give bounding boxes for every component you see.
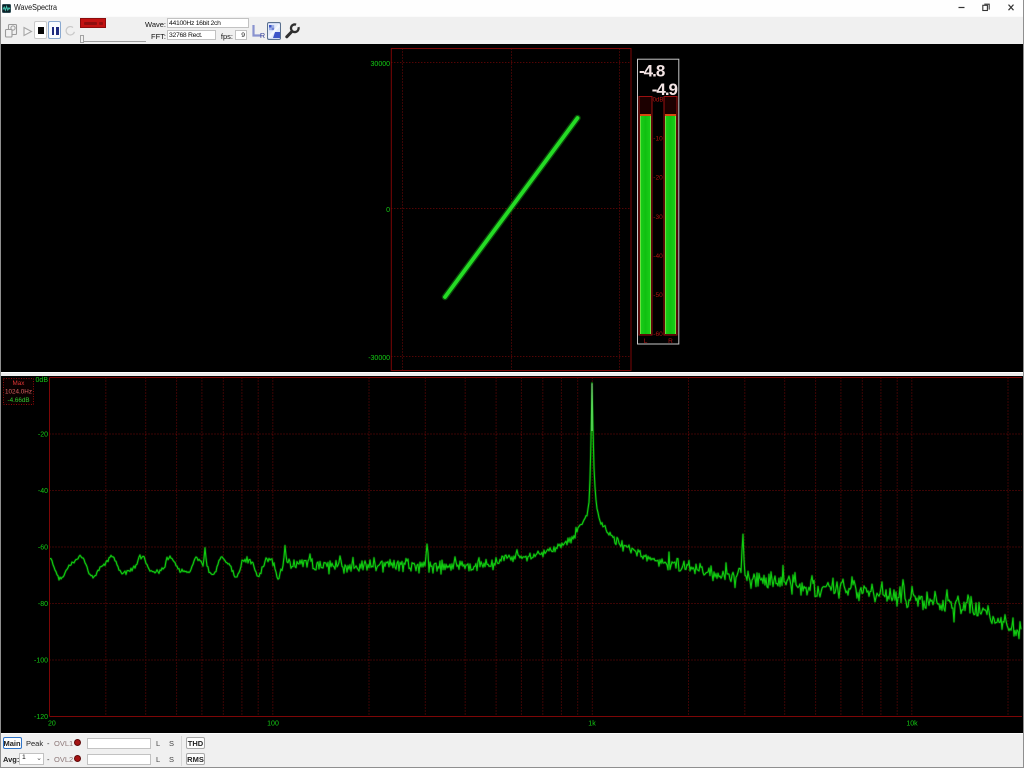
svg-text:-50: -50 — [653, 292, 663, 299]
svg-text:R: R — [260, 33, 265, 39]
svg-text:-20: -20 — [38, 432, 48, 439]
svg-text:100: 100 — [267, 721, 279, 728]
svg-text:-120: -120 — [34, 714, 48, 721]
svg-text:30000: 30000 — [371, 61, 391, 68]
svg-text:1k: 1k — [588, 721, 596, 728]
svg-text:0dB: 0dB — [653, 98, 664, 104]
svg-text:-40: -40 — [653, 253, 663, 260]
svg-text:-100: -100 — [34, 658, 48, 665]
svg-text:-10: -10 — [653, 136, 663, 143]
svg-text:-30: -30 — [653, 214, 663, 221]
svg-text:-60: -60 — [653, 331, 663, 338]
svg-text:L: L — [644, 338, 648, 345]
svg-text:-30000: -30000 — [368, 355, 390, 362]
svg-text:-40: -40 — [38, 488, 48, 495]
svg-text:-60: -60 — [38, 545, 48, 552]
svg-text:1024.0Hz: 1024.0Hz — [5, 389, 32, 396]
svg-text:10k: 10k — [906, 721, 918, 728]
svg-text:-4.8: -4.8 — [639, 62, 665, 81]
svg-text:0dB: 0dB — [36, 377, 49, 384]
svg-text:Max: Max — [13, 380, 26, 387]
svg-text:20: 20 — [48, 721, 56, 728]
svg-text:-4.66dB: -4.66dB — [7, 397, 29, 404]
svg-text:R: R — [668, 338, 673, 345]
svg-text:-80: -80 — [38, 601, 48, 608]
svg-text:-20: -20 — [653, 175, 663, 182]
svg-text:0: 0 — [386, 207, 390, 214]
